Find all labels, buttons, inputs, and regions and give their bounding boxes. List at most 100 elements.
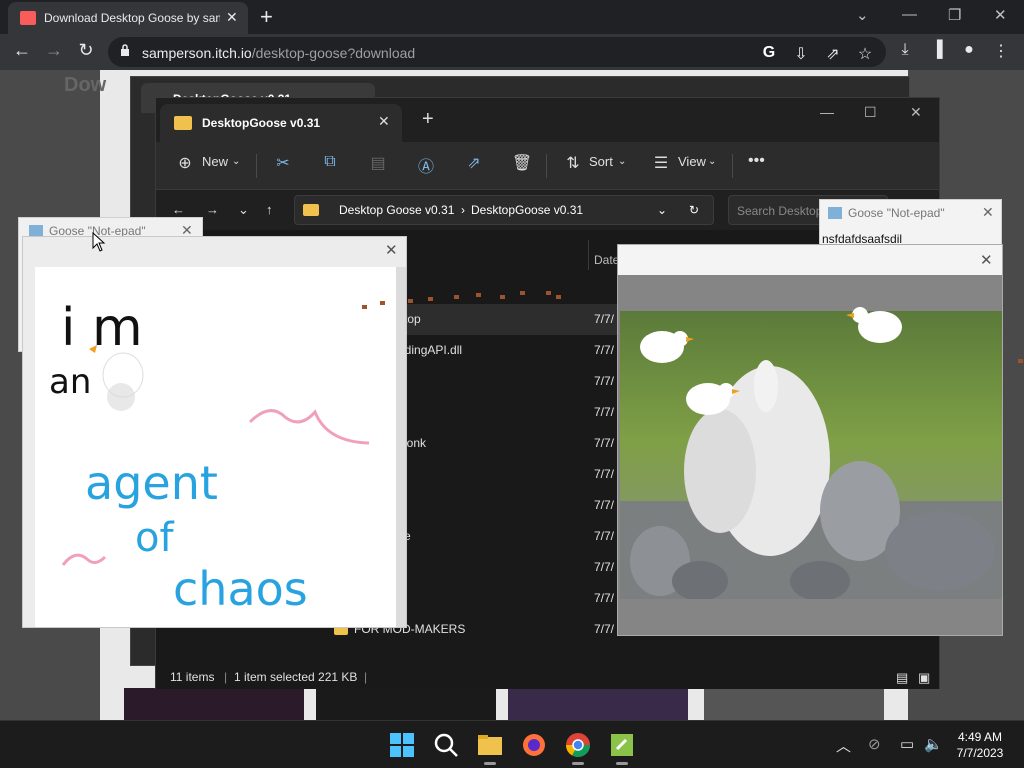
windows-start-icon[interactable]: [388, 731, 416, 759]
paste-icon[interactable]: ▤: [367, 153, 389, 173]
file-explorer-icon[interactable]: [476, 731, 504, 759]
cut-icon[interactable]: ✂: [272, 153, 294, 173]
share-icon[interactable]: ⇗: [463, 153, 485, 173]
selection-info: 1 item selected 221 KB: [234, 670, 358, 684]
view-button[interactable]: View: [678, 154, 706, 169]
file-date: 7/7/: [594, 374, 615, 388]
address-bar[interactable]: samperson.itch.io/desktop-goose?download…: [108, 37, 886, 67]
more-options-icon[interactable]: •••: [748, 152, 765, 170]
browser-tab[interactable]: Download Desktop Goose by samperson ✕: [8, 2, 248, 34]
search-icon[interactable]: [432, 731, 460, 759]
chevron-right-icon: ›: [461, 203, 465, 217]
back-icon[interactable]: ←: [172, 202, 185, 217]
back-button[interactable]: ←: [10, 40, 34, 61]
running-indicator: [572, 762, 584, 765]
item-count: 11 items: [170, 670, 215, 684]
install-icon[interactable]: ⇩: [790, 44, 812, 64]
divider: |: [364, 670, 368, 684]
close-window-button[interactable]: ✕: [910, 104, 922, 121]
pink-scribble: [248, 409, 370, 445]
drawing-svg: i m an agent of chaos: [49, 298, 370, 616]
breadcrumb[interactable]: Desktop Goose v0.31 › DesktopGoose v0.31…: [294, 195, 714, 225]
close-tab-icon[interactable]: ✕: [378, 113, 390, 130]
thumbnail[interactable]: [508, 688, 688, 720]
side-panel-icon[interactable]: ▐: [926, 41, 948, 59]
volume-icon[interactable]: 🔈: [924, 735, 943, 753]
menu-icon[interactable]: ⋮: [990, 41, 1012, 61]
bookmark-star-icon[interactable]: ☆: [854, 44, 876, 64]
itchio-icon: [20, 11, 36, 25]
reload-button[interactable]: ↻: [74, 40, 98, 61]
up-icon[interactable]: ↑: [266, 202, 273, 217]
close-icon[interactable]: ✕: [385, 241, 398, 259]
delete-icon[interactable]: 🗑: [511, 153, 533, 173]
file-date: 7/7/: [594, 560, 615, 574]
thumbnail[interactable]: [704, 688, 884, 720]
goose-video-window[interactable]: ✕: [617, 244, 1003, 636]
column-header-date[interactable]: Date: [594, 253, 619, 267]
close-icon[interactable]: ✕: [980, 251, 993, 269]
clock[interactable]: 4:49 AM 7/7/2023: [950, 729, 1010, 761]
goose-sprite: [640, 331, 694, 363]
forward-icon[interactable]: →: [206, 202, 219, 217]
new-tab-button[interactable]: +: [422, 108, 434, 131]
thumbnail[interactable]: [316, 688, 496, 720]
thumbnail[interactable]: [124, 688, 304, 720]
google-icon[interactable]: G: [758, 44, 780, 62]
breadcrumb-item[interactable]: DesktopGoose v0.31: [471, 203, 583, 217]
close-icon[interactable]: ✕: [982, 204, 994, 221]
browser-tab-title: Download Desktop Goose by samperson: [44, 11, 220, 25]
new-button[interactable]: New: [202, 154, 228, 169]
browser-toolbar: ← → ↻ samperson.itch.io/desktop-goose?do…: [0, 34, 1024, 70]
minimize-button[interactable]: —: [902, 6, 917, 23]
pink-scribble: [61, 553, 107, 566]
running-indicator: [616, 762, 628, 765]
folder-icon: [174, 116, 192, 130]
notepad-window-right[interactable]: Goose "Not-epad" ✕ nsfdafdsaafsdil: [819, 199, 1002, 247]
folder-icon: [303, 204, 319, 216]
chevron-down-icon: ⌄: [618, 156, 627, 167]
details-view-icon[interactable]: ▤: [896, 670, 908, 686]
forward-button[interactable]: →: [42, 40, 66, 61]
minimize-button[interactable]: —: [820, 104, 834, 120]
url-host: samperson.itch.io: [142, 45, 252, 61]
drawing-word: of: [135, 515, 174, 561]
browser-tab-bar: Download Desktop Goose by samperson ✕ + …: [0, 0, 1024, 34]
copy-icon[interactable]: ⧉: [319, 153, 341, 171]
chevron-up-icon[interactable]: ︿: [836, 735, 851, 756]
downloads-icon[interactable]: ⤓: [894, 41, 916, 59]
recent-locations-icon[interactable]: ⌄: [238, 202, 249, 218]
chevron-down-icon[interactable]: ⌄: [657, 203, 667, 217]
tiles-view-icon[interactable]: ▣: [918, 670, 930, 686]
sort-button[interactable]: Sort: [589, 154, 613, 169]
clock-time: 4:49 AM: [957, 730, 1003, 744]
profile-icon[interactable]: ●: [958, 41, 980, 59]
explorer-tab-title: DesktopGoose v0.31: [202, 116, 321, 130]
maximize-button[interactable]: ☐: [864, 104, 877, 121]
close-window-button[interactable]: ✕: [994, 6, 1007, 24]
chevron-down-icon: ⌄: [708, 156, 717, 167]
drawing-word: chaos: [173, 562, 308, 616]
file-date: 7/7/: [594, 405, 615, 419]
goose-sprite: [846, 307, 902, 343]
refresh-icon[interactable]: ↻: [689, 203, 699, 217]
rename-icon[interactable]: Ⓐ: [415, 153, 437, 177]
goose-app-icon[interactable]: [608, 731, 636, 759]
network-off-icon[interactable]: ⊘: [868, 735, 881, 753]
chevron-down-icon[interactable]: ⌄: [856, 6, 869, 24]
share-icon[interactable]: ⇗: [822, 44, 844, 64]
firefox-icon[interactable]: [520, 731, 548, 759]
breadcrumb-item[interactable]: Desktop Goose v0.31: [339, 203, 454, 217]
explorer-tab[interactable]: DesktopGoose v0.31 ✕: [160, 104, 402, 142]
lock-icon: [121, 44, 129, 56]
file-date: 7/7/: [594, 529, 615, 543]
url-path: /desktop-goose?download: [251, 45, 416, 61]
file-date: 7/7/: [594, 436, 615, 450]
divider: [256, 154, 257, 178]
display-icon[interactable]: ▭: [900, 735, 914, 753]
chrome-icon[interactable]: [564, 731, 592, 759]
restore-button[interactable]: ❐: [948, 6, 961, 24]
new-tab-button[interactable]: +: [260, 4, 273, 30]
close-tab-icon[interactable]: ✕: [226, 9, 238, 26]
divider: [732, 154, 733, 178]
